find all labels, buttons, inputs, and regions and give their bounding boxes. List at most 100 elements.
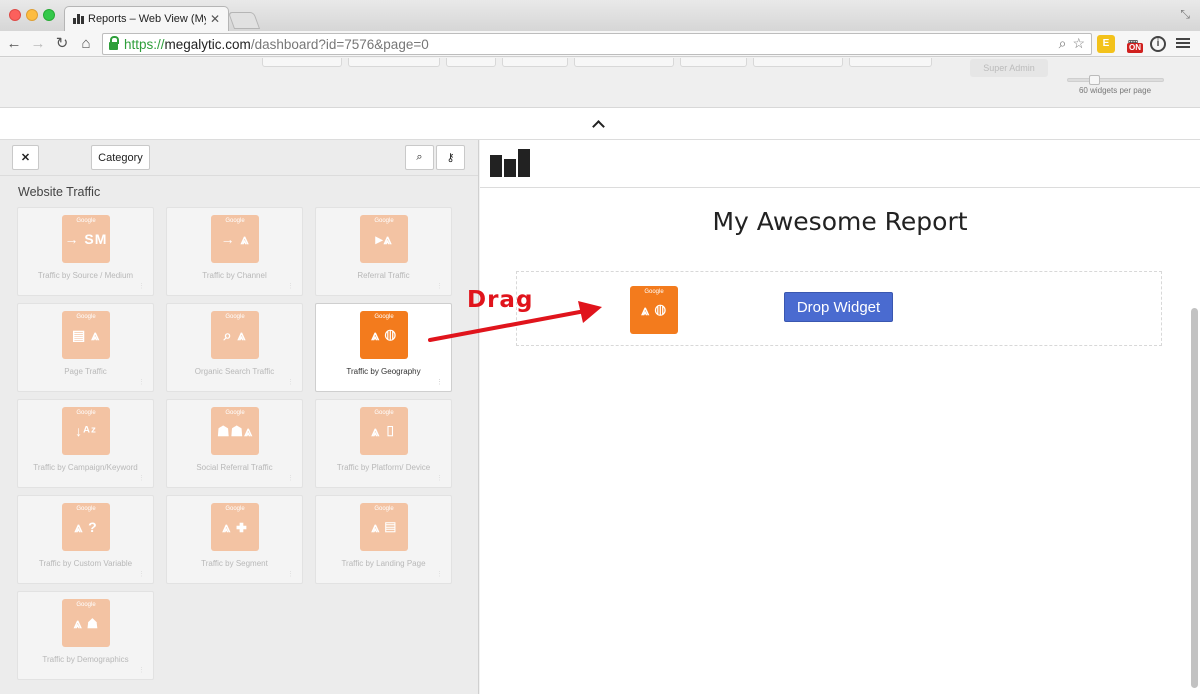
address-bar[interactable]: https://megalytic.com/dashboard?id=7576&… xyxy=(102,33,1092,55)
header-button[interactable] xyxy=(753,58,843,67)
megalytic-logo-icon[interactable] xyxy=(490,149,530,177)
widget-card[interactable]: Google ▤ ⩓ Page Traffic ⋮ xyxy=(17,303,154,392)
widget-label: Social Referral Traffic xyxy=(196,463,273,472)
widget-brand: Google xyxy=(644,289,664,295)
widget-icon: Google ⩓ ▯ xyxy=(360,407,408,455)
new-tab-button[interactable] xyxy=(227,12,261,29)
browser-toolbar: ← → ↻ ⌂ https://megalytic.com/dashboard?… xyxy=(0,31,1200,57)
widget-glyph-icon: ▸⩓ xyxy=(375,231,393,247)
drag-handle-icon[interactable]: ⋮ xyxy=(436,282,443,290)
header-button[interactable] xyxy=(574,58,674,67)
widget-glyph-icon: ⩓ ☗ xyxy=(73,615,99,631)
home-icon[interactable]: ⌂ xyxy=(76,34,96,54)
search-button[interactable]: ⌕ xyxy=(405,145,434,170)
widget-card[interactable]: Google ⩓ ☗ Traffic by Demographics ⋮ xyxy=(17,591,154,680)
window-close-button[interactable] xyxy=(9,9,21,21)
widgets-per-page-label: 60 widgets per page xyxy=(1078,86,1152,95)
widget-label: Traffic by Segment xyxy=(201,559,268,568)
category-button[interactable]: Category xyxy=(91,145,150,170)
drag-handle-icon[interactable]: ⋮ xyxy=(287,378,294,386)
reload-icon[interactable]: ↻ xyxy=(52,34,72,54)
header-button[interactable] xyxy=(348,58,440,67)
tab-title: Reports – Web View (My Av xyxy=(88,13,206,25)
extension-on-icon[interactable]: ▦ON xyxy=(1122,35,1144,53)
widget-card[interactable]: Google → ⩓ Traffic by Channel ⋮ xyxy=(166,207,303,296)
fullscreen-icon[interactable]: ⤡ xyxy=(1180,7,1190,22)
super-admin-button[interactable]: Super Admin xyxy=(970,59,1048,77)
widget-brand: Google xyxy=(225,410,245,416)
drag-handle-icon[interactable]: ⋮ xyxy=(138,570,145,578)
widget-glyph-icon: ⩓ ▤ xyxy=(371,519,397,535)
dragged-widget-icon[interactable]: Google ⩓ ◍ xyxy=(630,286,678,334)
widget-card[interactable]: Google ▸⩓ Referral Traffic ⋮ xyxy=(315,207,452,296)
lock-icon xyxy=(109,36,119,50)
widget-glyph-icon: ☗☗⩓ xyxy=(217,423,253,439)
browser-menu-icon[interactable] xyxy=(1176,36,1190,54)
widget-brand: Google xyxy=(374,410,394,416)
widget-glyph-icon: ⩓ ◍ xyxy=(371,327,397,343)
widget-brand: Google xyxy=(225,506,245,512)
widget-brand: Google xyxy=(374,218,394,224)
back-arrow-icon[interactable]: ← xyxy=(4,34,24,54)
search-icon[interactable]: ⌕ xyxy=(1059,35,1067,52)
widget-icon: Google ⩓ ◍ xyxy=(360,311,408,359)
widget-glyph-icon: ⩓ ? xyxy=(74,519,98,535)
widget-icon: Google ⩓ ✚ xyxy=(211,503,259,551)
drop-widget-button[interactable]: Drop Widget xyxy=(784,292,893,322)
drag-handle-icon[interactable]: ⋮ xyxy=(436,378,443,386)
window-minimize-button[interactable] xyxy=(26,9,38,21)
widget-label: Traffic by Demographics xyxy=(42,655,129,664)
drag-handle-icon[interactable]: ⋮ xyxy=(287,474,294,482)
widget-glyph-icon: ↓ᴬᶻ xyxy=(75,423,97,439)
report-title: My Awesome Report xyxy=(712,207,968,236)
road-globe-icon: ⩓ ◍ xyxy=(641,302,667,318)
close-panel-button[interactable]: ✕ xyxy=(12,145,39,170)
widget-card[interactable]: Google ☗☗⩓ Social Referral Traffic ⋮ xyxy=(166,399,303,488)
drag-handle-icon[interactable]: ⋮ xyxy=(138,378,145,386)
info-icon[interactable]: i xyxy=(1150,36,1166,52)
widget-glyph-icon: → ⩓ xyxy=(220,231,250,247)
widget-icon: Google → ⩓ xyxy=(211,215,259,263)
widget-card[interactable]: Google ⩓ ? Traffic by Custom Variable ⋮ xyxy=(17,495,154,584)
widgets-per-page-slider-thumb[interactable] xyxy=(1089,75,1100,85)
widget-label: Traffic by Campaign/Keyword xyxy=(33,463,138,472)
header-button[interactable] xyxy=(849,58,932,67)
drag-handle-icon[interactable]: ⋮ xyxy=(436,474,443,482)
widget-card[interactable]: Google ⩓ ✚ Traffic by Segment ⋮ xyxy=(166,495,303,584)
header-button[interactable] xyxy=(446,58,496,67)
bookmark-star-icon[interactable]: ☆ xyxy=(1072,35,1085,52)
widget-icon: Google → SM xyxy=(62,215,110,263)
search-icon: ⌕ xyxy=(416,151,423,163)
widget-card[interactable]: Google ⩓ ▯ Traffic by Platform/ Device ⋮ xyxy=(315,399,452,488)
drag-handle-icon[interactable]: ⋮ xyxy=(436,570,443,578)
header-button[interactable] xyxy=(262,58,342,67)
window-zoom-button[interactable] xyxy=(43,9,55,21)
report-scrollbar[interactable] xyxy=(1191,308,1198,688)
browser-tab[interactable]: Reports – Web View (My Av ✕ xyxy=(64,6,229,31)
header-button[interactable] xyxy=(502,58,568,67)
widget-label: Organic Search Traffic xyxy=(194,367,275,376)
url-path: /dashboard?id=7576&page=0 xyxy=(250,36,429,52)
drag-handle-icon[interactable]: ⋮ xyxy=(287,570,294,578)
widget-card[interactable]: Google → SM Traffic by Source / Medium ⋮ xyxy=(17,207,154,296)
widgets-per-page-slider[interactable] xyxy=(1067,78,1164,82)
key-button[interactable]: ⚷ xyxy=(436,145,465,170)
drag-handle-icon[interactable]: ⋮ xyxy=(287,282,294,290)
widget-card[interactable]: Google ⌕ ⩓ Organic Search Traffic ⋮ xyxy=(166,303,303,392)
drag-handle-icon[interactable]: ⋮ xyxy=(138,282,145,290)
chevron-up-icon[interactable] xyxy=(592,120,605,133)
widget-card[interactable]: Google ⩓ ▤ Traffic by Landing Page ⋮ xyxy=(315,495,452,584)
extension-key-icon[interactable]: E xyxy=(1097,35,1115,53)
drag-handle-icon[interactable]: ⋮ xyxy=(138,474,145,482)
drag-handle-icon[interactable]: ⋮ xyxy=(138,666,145,674)
widget-label: Traffic by Source / Medium xyxy=(37,271,134,280)
widget-label: Traffic by Custom Variable xyxy=(38,559,133,568)
tab-close-icon[interactable]: ✕ xyxy=(210,12,220,26)
header-button[interactable] xyxy=(680,58,747,67)
widget-icon: Google ▸⩓ xyxy=(360,215,408,263)
widget-glyph-icon: → SM xyxy=(64,231,108,247)
url-host: megalytic.com xyxy=(164,36,251,52)
widget-card[interactable]: Google ↓ᴬᶻ Traffic by Campaign/Keyword ⋮ xyxy=(17,399,154,488)
forward-arrow-icon[interactable]: → xyxy=(28,34,48,54)
widget-label: Referral Traffic xyxy=(357,271,410,280)
